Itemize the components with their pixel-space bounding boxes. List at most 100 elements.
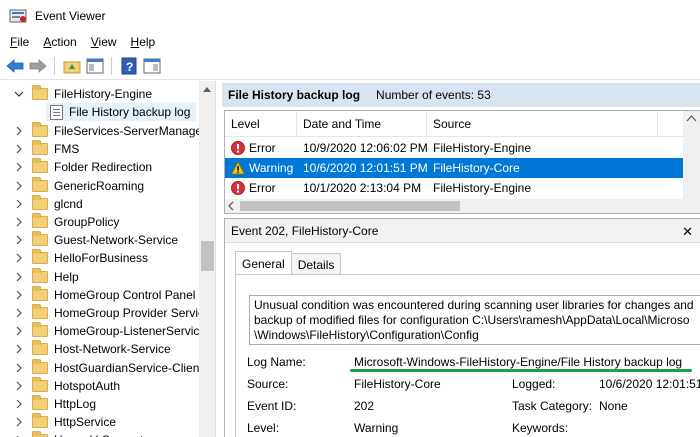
chevron-down-icon[interactable] [14,89,24,99]
tree-item[interactable]: HomeGroup-ListenerService [14,322,206,340]
tree-item[interactable]: Help [14,267,79,286]
tree-item[interactable]: FMS [14,140,79,158]
tree-item[interactable]: HomeGroup Control Panel [14,285,196,304]
folder-icon [32,376,48,392]
chevron-right-icon[interactable] [14,253,24,263]
tree-item[interactable]: Guest-Network-Service [14,231,178,249]
event-count: Number of events: 53 [376,88,491,102]
grid-hscroll-thumb[interactable] [240,201,460,211]
navigation-tree: FileHistory-Engine File History backup l… [0,81,216,437]
tree-item-filehistory-engine[interactable]: FileHistory-Engine [14,85,152,103]
tree-item[interactable]: HotspotAuth [14,376,120,395]
chevron-right-icon[interactable] [14,217,24,227]
scroll-up-icon[interactable] [683,111,700,127]
error-icon [231,141,245,155]
grid-vertical-scrollbar[interactable] [683,111,700,213]
level-label: Level: [247,421,280,435]
folder-icon [32,231,48,247]
chevron-right-icon[interactable] [14,272,24,282]
scroll-left-icon[interactable] [225,199,239,213]
event-level: Error [249,141,276,155]
tree-item[interactable]: GroupPolicy [14,213,119,231]
tree-item[interactable]: Folder Redirection [14,158,152,176]
tree-item[interactable]: GenericRoaming [14,176,144,195]
chevron-right-icon[interactable] [14,417,24,427]
event-description[interactable]: Unusual condition was encountered during… [249,295,700,345]
folder-icon [32,340,48,356]
log-title: File History backup log [228,88,361,102]
tree-item[interactable]: HttpLog [14,395,96,413]
menu-action[interactable]: Action [43,35,76,49]
table-row[interactable]: Error 10/9/2020 12:06:02 PM FileHistory-En… [225,138,685,158]
up-folder-icon[interactable] [61,55,83,77]
toolbar: ? [0,52,700,80]
tree-item-label: HelloForBusiness [54,251,149,266]
tree-item[interactable]: HelloForBusiness [14,249,148,267]
chevron-right-icon[interactable] [14,399,24,409]
chevron-right-icon[interactable] [14,290,24,300]
close-icon[interactable]: ✕ [682,224,693,240]
menu-file[interactable]: File [10,35,29,49]
chevron-right-icon[interactable] [14,308,24,318]
tree-item[interactable]: Host-Network-Service [14,340,171,358]
tree-item[interactable]: HomeGroup Provider Servic [14,304,204,322]
help-icon[interactable]: ? [118,55,140,77]
warning-icon [231,161,245,175]
table-row[interactable]: Error 10/1/2020 2:13:04 PM FileHistory-Eng… [225,178,685,198]
tree-item[interactable]: HttpService [14,413,116,431]
tree-item[interactable]: glcnd [14,194,83,213]
action-pane-icon[interactable] [141,55,163,77]
back-arrow-icon[interactable] [4,55,26,77]
chevron-right-icon[interactable] [14,326,24,336]
annotation-underline [350,369,692,372]
tree-item-label: HttpService [54,415,117,430]
chevron-right-icon[interactable] [14,144,24,154]
folder-icon [32,122,48,137]
tree-item-label: Folder Redirection [54,160,153,175]
error-icon [231,181,245,195]
tree-item-label: HomeGroup-ListenerService [54,324,207,339]
tree-scrollbar[interactable] [199,81,215,437]
tab-details[interactable]: Details [290,253,342,275]
tree-item-label: HomeGroup Control Panel [54,287,196,302]
chevron-right-icon[interactable] [14,235,24,245]
log-name-label: Log Name: [247,355,306,369]
general-tab-body: Unusual condition was encountered during… [235,274,700,437]
chevron-right-icon[interactable] [14,162,24,172]
folder-icon [32,158,48,174]
column-source[interactable]: Source [427,111,658,137]
menu-view[interactable]: View [91,35,117,49]
chevron-right-icon[interactable] [14,381,24,391]
chevron-right-icon[interactable] [14,363,24,373]
folder-icon [32,304,48,319]
forward-arrow-icon[interactable] [27,55,49,77]
grid-horizontal-scrollbar[interactable] [225,199,684,213]
menu-help[interactable]: Help [131,35,156,49]
chevron-right-icon[interactable] [14,199,24,209]
event-id-value: 202 [354,399,375,413]
chevron-right-icon[interactable] [14,181,24,191]
keywords-label: Keywords: [512,421,569,435]
event-details-pane: Event 202, FileHistory-Core ✕ General De… [224,218,700,437]
column-level[interactable]: Level [225,111,297,137]
toolbar-separator [54,56,55,75]
event-source: FileHistory-Engine [433,141,532,155]
details-header: Event 202, FileHistory-Core ✕ [225,219,700,243]
scroll-up-icon[interactable] [203,87,211,92]
chevron-right-icon[interactable] [14,344,24,354]
tab-general[interactable]: General [235,251,292,275]
tree-item[interactable]: FileServices-ServerManager- [14,122,210,140]
menu-bar: File Action View Help [0,32,700,52]
show-hide-tree-icon[interactable] [84,55,106,77]
logged-value: 10/6/2020 12:01:51 PM [599,377,700,391]
chevron-right-icon[interactable] [14,126,24,136]
event-level: Warning [249,161,294,175]
title-bar: Event Viewer [0,0,700,32]
column-date-time[interactable]: Date and Time [297,111,427,137]
tree-scroll-thumb[interactable] [201,241,214,271]
tree-item[interactable]: HostGuardianService-Client [14,358,203,377]
folder-icon [32,249,48,265]
tree-item[interactable]: Hyper-V-Compute [14,431,150,437]
table-row[interactable]: Warning 10/6/2020 12:01:51 PM FileHistory-… [225,158,685,178]
tree-item-file-history-backup-log[interactable]: File History backup log [46,103,196,121]
